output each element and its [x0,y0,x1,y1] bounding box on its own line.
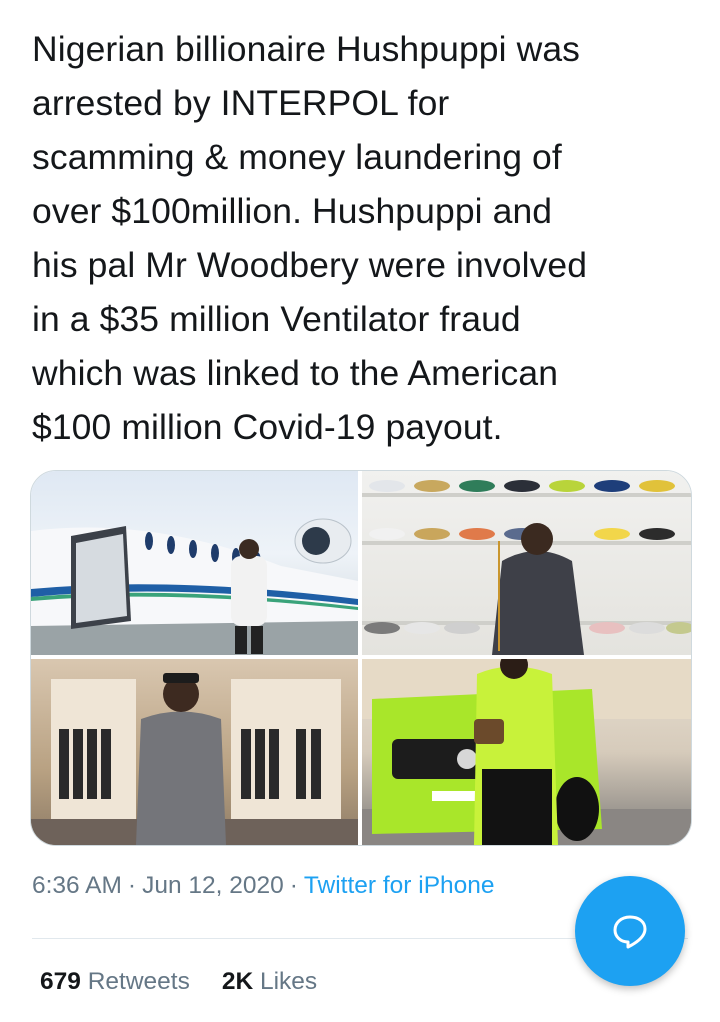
tweet-line: in a $35 million Ventilator fraud [32,299,521,339]
photo-sneaker-wall[interactable] [362,471,691,655]
reply-bubble-icon [613,915,647,949]
retweets-count: 679 [40,968,81,995]
tweet-meta: 6:36 AM · Jun 12, 2020 · Twitter for iPhone [32,872,495,900]
retweets-stat[interactable]: 679 Retweets [40,968,190,995]
tweet-line: over $100million. Hushpuppi and [32,191,553,231]
tweet-line: arrested by INTERPOL for [32,83,450,123]
tweet-source-link[interactable]: Twitter for iPhone [304,872,495,899]
photo-green-suv[interactable] [362,659,691,845]
jet-illustration [31,518,358,655]
tweet-line: scamming & money laundering of [32,137,562,177]
photo-jet[interactable] [31,471,358,655]
tweet-date: Jun 12, 2020 [142,872,284,899]
tweet-line: $100 million Covid-19 payout. [32,407,503,447]
tweet-line: Nigerian billionaire Hushpuppi was [32,29,581,69]
tweet-line: his pal Mr Woodbery were involved [32,245,588,285]
boutique-illustration [31,673,358,845]
reply-fab-button[interactable] [575,876,685,986]
likes-stat[interactable]: 2K Likes [222,968,317,995]
suv-illustration [362,659,691,845]
media-grid [30,470,692,846]
likes-label: Likes [259,968,318,995]
retweets-label: Retweets [87,968,190,995]
likes-count: 2K [221,968,254,995]
tweet-line: which was linked to the American [32,353,559,393]
photo-boutique[interactable] [31,659,358,845]
tweet-time: 6:36 AM [32,872,122,899]
tweet-text: Nigerian billionaire Hushpuppi was arres… [32,22,692,454]
meta-separator: · [289,872,298,899]
meta-separator: · [127,872,137,899]
sneaker-wall-illustration [362,480,691,655]
tweet-stats: 679 Retweets 2K Likes [40,968,317,996]
